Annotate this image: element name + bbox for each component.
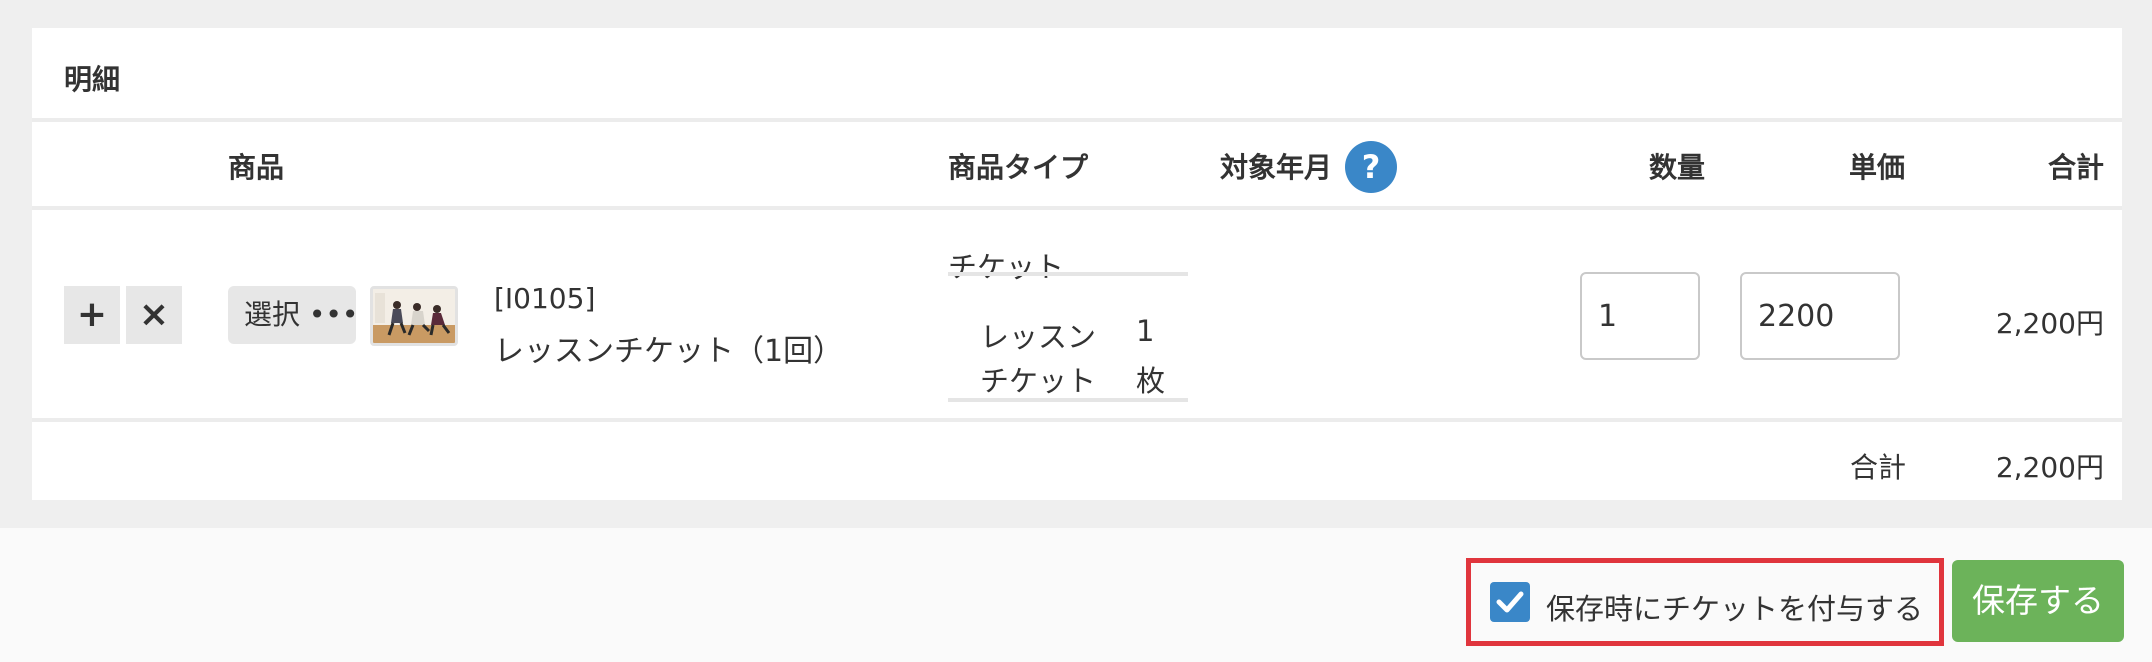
ticket-line-label: レッスン: [980, 320, 1097, 354]
select-product-button[interactable]: 選択 •••: [228, 286, 358, 344]
remove-row-button[interactable]: ×: [126, 286, 182, 344]
ticket-line-label: チケット: [980, 364, 1097, 398]
summary-label: 合計: [1850, 451, 1907, 484]
quantity-input[interactable]: [1580, 272, 1700, 360]
check-icon: [1496, 591, 1524, 613]
header-quantity: 数量: [1649, 151, 1706, 184]
grant-ticket-label[interactable]: 保存時にチケットを付与する: [1546, 586, 1923, 628]
row-total: 2,200円: [1995, 307, 2104, 340]
add-row-button[interactable]: +: [64, 286, 120, 344]
ticket-line-value: 1: [1136, 314, 1155, 348]
save-button[interactable]: 保存する: [1952, 560, 2124, 642]
product-name: レッスンチケット（1回）: [494, 334, 844, 369]
summary-value: 2,200円: [1995, 451, 2104, 484]
divider: [32, 118, 2122, 122]
grant-ticket-checkbox[interactable]: [1490, 582, 1530, 622]
product-type-value: チケット: [948, 250, 1065, 284]
ticket-divider: [948, 272, 1188, 276]
panel-title: 明細: [64, 63, 121, 96]
product-code: [I0105]: [494, 282, 596, 315]
header-unit-price: 単価: [1849, 151, 1906, 184]
header-target-month: 対象年月: [1220, 151, 1333, 184]
details-panel: 明細 商品 商品タイプ 対象年月 ? 数量 単価 合計 + × 選択 ••• […: [32, 28, 2122, 500]
header-total: 合計: [2047, 151, 2104, 184]
header-product-type: 商品タイプ: [948, 151, 1089, 184]
header-product: 商品: [228, 151, 285, 184]
ticket-divider: [948, 398, 1188, 402]
help-icon[interactable]: ?: [1345, 141, 1397, 193]
unit-price-input[interactable]: [1740, 272, 1900, 360]
divider: [32, 418, 2122, 422]
ticket-line-value: 枚: [1136, 364, 1166, 398]
product-thumbnail: [370, 286, 458, 346]
divider: [32, 206, 2122, 210]
